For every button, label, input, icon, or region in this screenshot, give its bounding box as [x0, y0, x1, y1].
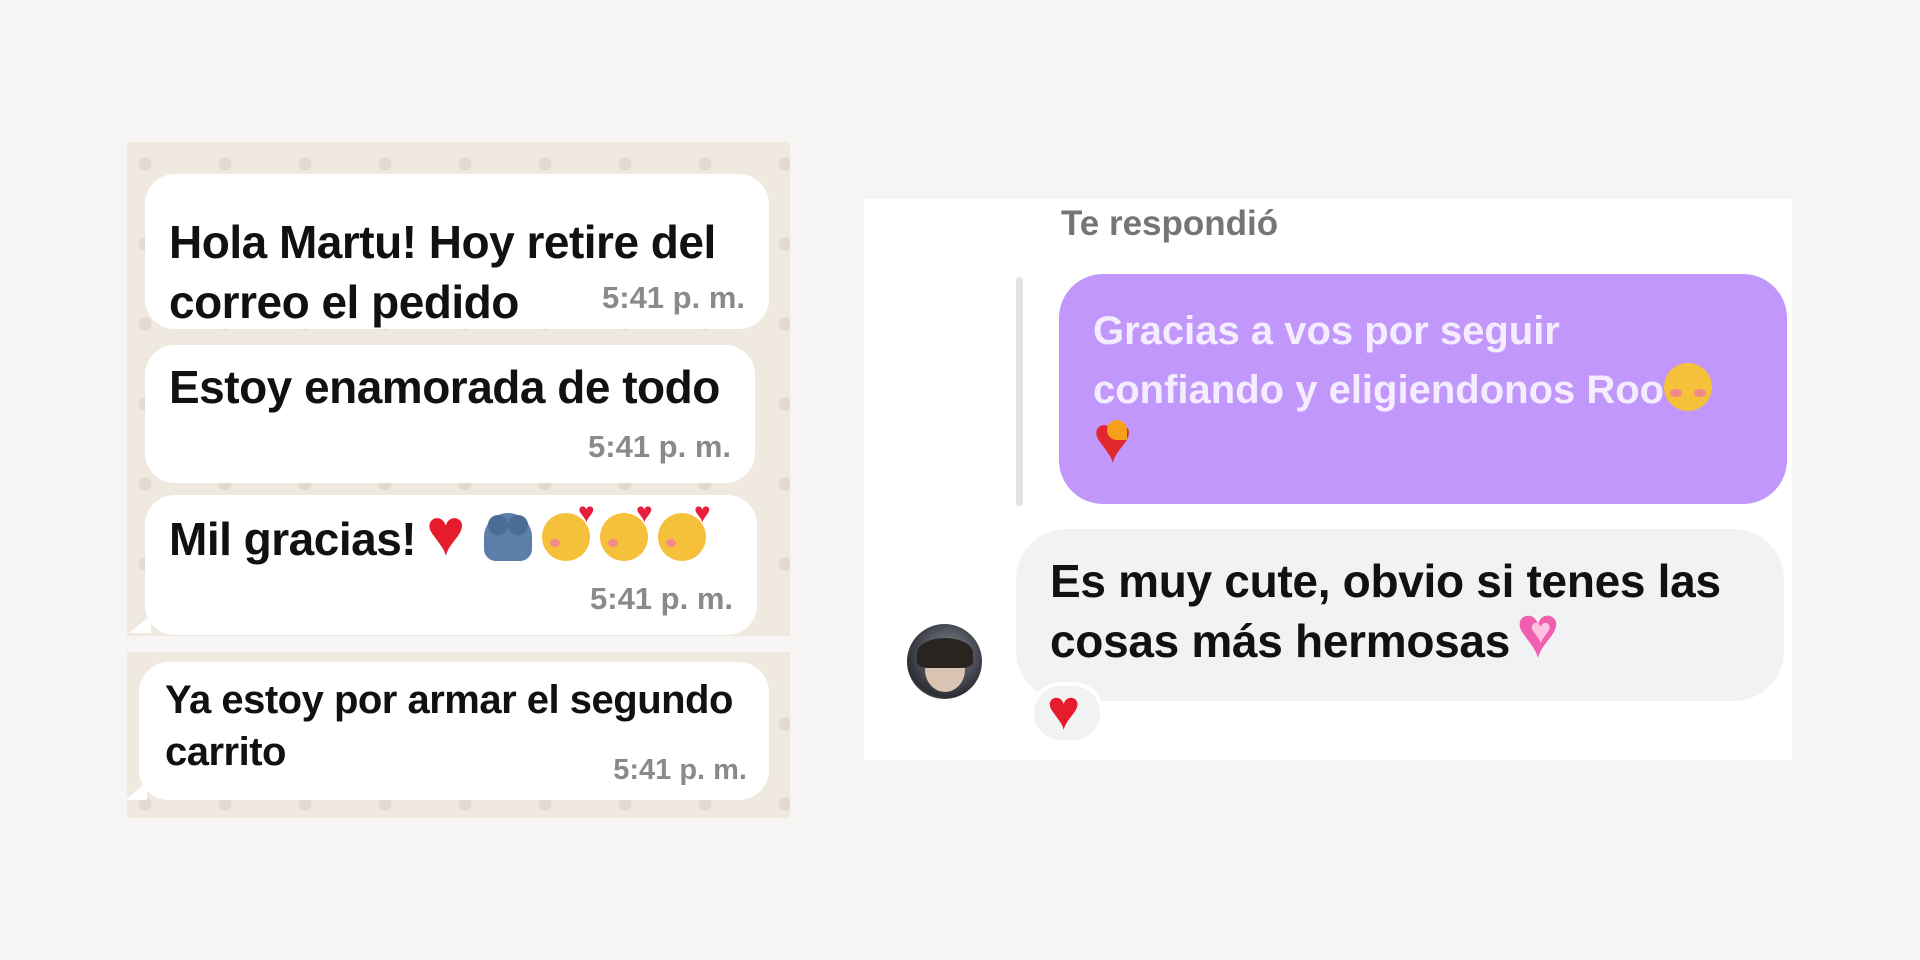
quoted-message-text: Gracias a vos por seguir confiando y eli… [1093, 302, 1773, 481]
smiling-face-with-hearts-icon [600, 499, 652, 561]
message-timestamp: 5:41 p. m. [588, 429, 731, 464]
smiling-face-icon [1664, 363, 1713, 411]
received-message-bubble[interactable]: Es muy cute, obvio si tenes las cosas má… [1016, 529, 1784, 701]
message-text: Estoy enamorada de todo [169, 361, 720, 413]
message-timestamp: 5:41 p. m. [613, 754, 747, 786]
message-timestamp: 5:41 p. m. [590, 581, 733, 616]
avatar[interactable] [907, 624, 982, 699]
screenshot-divider [127, 636, 790, 652]
heart-on-fire-icon [1093, 406, 1143, 472]
red-heart-icon [426, 499, 474, 565]
red-heart-icon: ♥ [1047, 678, 1081, 741]
received-message-text: Es muy cute, obvio si tenes las cosas má… [1050, 551, 1770, 671]
message-bubble[interactable]: Estoy enamorada de todo 5:41 p. m. [145, 345, 755, 483]
message-bubble[interactable]: Hola Martu! Hoy retire del correo el ped… [145, 174, 769, 329]
message-bubble[interactable]: Mil gracias! 5:41 p. m. [145, 495, 757, 635]
smiling-face-with-hearts-icon [542, 499, 594, 561]
instagram-chat-screenshot: Te respondió Gracias a vos por seguir co… [864, 199, 1792, 760]
replied-label: Te respondió [1061, 204, 1279, 243]
whatsapp-chat-screenshot: Hola Martu! Hoy retire del correo el ped… [127, 142, 790, 818]
quote-bar [1016, 277, 1023, 506]
people-hugging-icon [484, 513, 533, 561]
message-text: Mil gracias! [169, 499, 710, 569]
message-timestamp: 5:41 p. m. [602, 280, 745, 315]
quoted-message-bubble[interactable]: Gracias a vos por seguir confiando y eli… [1059, 274, 1787, 504]
smiling-face-with-hearts-icon [658, 499, 710, 561]
message-reaction[interactable]: ♥ [1030, 682, 1104, 744]
growing-heart-icon [1516, 595, 1572, 669]
message-bubble[interactable]: Ya estoy por armar el segundo carrito 5:… [139, 662, 769, 800]
